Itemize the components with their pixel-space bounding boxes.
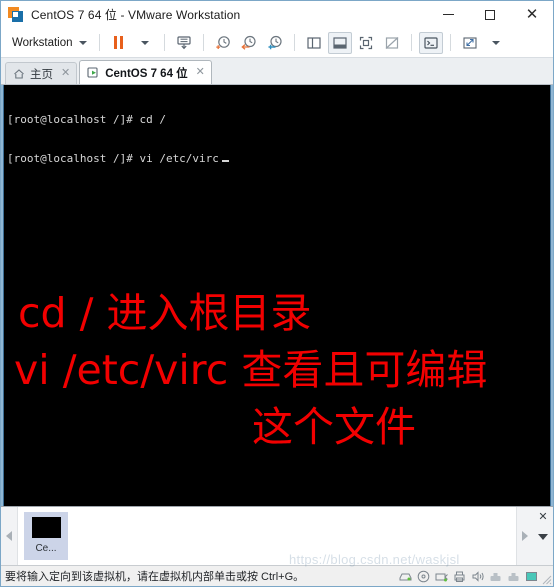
send-ctrl-alt-del-button[interactable]	[172, 32, 196, 54]
toolbar-separator	[293, 34, 295, 51]
toolbar-separator	[410, 34, 412, 51]
workstation-menu-button[interactable]: Workstation	[7, 34, 91, 52]
window-controls: ✕	[427, 1, 553, 28]
tab-close-icon[interactable]: ✕	[196, 67, 205, 78]
vmware-logo-icon	[8, 6, 24, 23]
tab-centos-vm[interactable]: CentOS 7 64 位 ✕	[79, 60, 212, 84]
sound-card-icon[interactable]	[470, 569, 485, 584]
hard-disk-icon[interactable]	[398, 569, 413, 584]
terminal-line-1: [root@localhost /]# cd /	[7, 113, 166, 126]
annotation-line-2: vi /etc/virc 查看且可编辑	[14, 346, 488, 394]
snapshot-add-icon	[215, 35, 230, 49]
tab-close-icon[interactable]: ✕	[61, 68, 70, 79]
close-icon: ✕	[525, 6, 539, 23]
thumbnail-label: Ce...	[35, 543, 57, 554]
vm-console-screen[interactable]: [root@localhost /]# cd / [root@localhost…	[3, 85, 551, 506]
thumbnail-scroll-left-button[interactable]	[1, 507, 17, 565]
pause-dropdown-button[interactable]	[133, 32, 157, 54]
terminal-cursor	[221, 160, 229, 162]
unity-mode-button[interactable]	[380, 32, 404, 54]
red-annotation-overlay: cd / 进入根目录 vi /etc/virc 查看且可编辑 这个文件	[4, 285, 550, 456]
revert-snapshot-button[interactable]	[237, 32, 261, 54]
resize-grip-icon[interactable]	[540, 573, 552, 585]
network-adapter-icon[interactable]	[434, 569, 449, 584]
show-thumbnail-bar-button[interactable]	[327, 31, 352, 54]
chevron-down-icon	[491, 40, 500, 45]
maximize-button[interactable]	[469, 1, 511, 28]
usb-device-2-icon[interactable]	[506, 569, 521, 584]
tab-centos-vm-label: CentOS 7 64 位	[105, 67, 188, 80]
console-view-button[interactable]	[418, 31, 443, 54]
toolbar-separator	[163, 34, 165, 51]
tab-bar: 主页 ✕ CentOS 7 64 位 ✕	[1, 58, 553, 85]
unity-mode-icon	[385, 36, 398, 49]
thumbnail-bar: Ce... ✕	[1, 506, 553, 565]
main-toolbar: Workstation	[1, 28, 553, 58]
toolbar-separator	[449, 34, 451, 51]
full-screen-button[interactable]	[354, 32, 378, 54]
home-icon	[13, 68, 25, 80]
pause-icon	[113, 36, 124, 49]
chevron-down-icon	[78, 40, 87, 45]
bottom-panel-icon	[332, 36, 347, 49]
thumbnail-centos[interactable]: Ce...	[24, 512, 68, 560]
snapshot-manager-icon	[268, 35, 282, 49]
chevron-down-icon	[140, 40, 149, 45]
minimize-button[interactable]	[427, 1, 469, 28]
thumbnail-scroll-right-button[interactable]	[517, 507, 533, 565]
title-bar: CentOS 7 64 位 - VMware Workstation ✕	[1, 1, 553, 28]
annotation-line-1: cd / 进入根目录	[18, 289, 312, 337]
snapshot-revert-icon	[240, 35, 256, 50]
terminal-line-2-wrap: [root@localhost /]# vi /etc/virc	[7, 152, 550, 165]
fullscreen-icon	[359, 36, 372, 49]
workstation-menu-label: Workstation	[12, 36, 73, 49]
sidebar-panel-icon	[306, 36, 321, 49]
expand-arrows-icon	[462, 36, 477, 49]
vmware-workstation-window: CentOS 7 64 位 - VMware Workstation ✕ Wor…	[0, 0, 554, 587]
take-snapshot-button[interactable]	[211, 32, 235, 54]
printer-icon[interactable]	[452, 569, 467, 584]
console-icon	[423, 36, 438, 49]
cd-dvd-icon[interactable]	[416, 569, 431, 584]
terminal-output: [root@localhost /]# cd / [root@localhost…	[4, 85, 550, 191]
toolbar-separator	[202, 34, 204, 51]
vm-running-icon	[87, 66, 100, 79]
thumbnail-bar-controls: ✕	[533, 507, 553, 565]
usb-device-icon[interactable]	[488, 569, 503, 584]
display-icon[interactable]	[524, 569, 539, 584]
tab-home[interactable]: 主页 ✕	[5, 62, 78, 84]
status-bar: 要将输入定向到该虚拟机，请在虚拟机内部单击或按 Ctrl+G。	[1, 565, 553, 586]
annotation-line-3: 这个文件	[252, 403, 416, 451]
status-device-icons	[398, 566, 539, 587]
snapshot-manager-button[interactable]	[263, 32, 287, 54]
window-title: CentOS 7 64 位 - VMware Workstation	[31, 8, 241, 22]
stretch-view-button[interactable]	[458, 32, 482, 54]
status-message: 要将输入定向到该虚拟机，请在虚拟机内部单击或按 Ctrl+G。	[5, 571, 305, 583]
show-library-button[interactable]	[302, 32, 326, 54]
terminal-line-2: [root@localhost /]# vi /etc/virc	[7, 152, 219, 165]
stretch-dropdown-button[interactable]	[484, 32, 508, 54]
keyboard-send-icon	[176, 35, 191, 49]
chevron-left-icon	[6, 531, 12, 541]
close-button[interactable]: ✕	[511, 1, 553, 28]
vm-display-area: [root@localhost /]# cd / [root@localhost…	[1, 85, 553, 506]
thumbnail-close-icon[interactable]: ✕	[538, 510, 547, 524]
chevron-right-icon	[522, 531, 528, 541]
thumbnail-dropdown-icon[interactable]	[538, 534, 548, 540]
thumbnail-list: Ce...	[17, 507, 517, 565]
toolbar-separator	[98, 34, 100, 51]
thumbnail-preview	[31, 517, 61, 538]
pause-vm-button[interactable]	[107, 32, 131, 54]
tab-home-label: 主页	[30, 68, 53, 81]
